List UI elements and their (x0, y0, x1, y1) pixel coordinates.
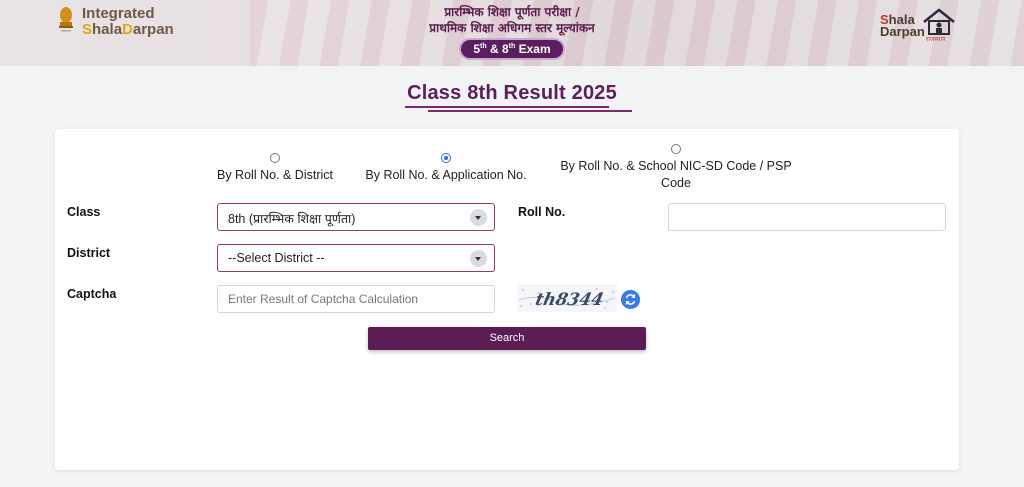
page-title-wrap: Class 8th Result 2025 (0, 82, 1024, 109)
captcha-text: th8344 (533, 290, 605, 310)
radio-button-checked[interactable] (441, 153, 451, 163)
radio-button[interactable] (671, 144, 681, 154)
district-label: District (67, 246, 111, 260)
refresh-icon[interactable] (621, 290, 640, 309)
logo-left-hala: hala (92, 21, 123, 38)
roll-no-input[interactable] (668, 203, 946, 231)
search-button[interactable]: Search (368, 327, 646, 350)
district-select-value: --Select District -- (228, 251, 325, 265)
logo-left-arpan: arpan (132, 21, 174, 38)
header-title-line2: प्राथमिक शिक्षा अधिगम स्तर मूल्यांकन (429, 21, 595, 35)
header-banner: Integrated ShalaDarpan प्रारम्भिक शिक्षा… (0, 0, 1024, 66)
captcha-image: th8344 (517, 284, 617, 312)
radio-button[interactable] (270, 153, 280, 163)
national-emblem-icon (59, 7, 73, 32)
logo-left-d: D (122, 21, 133, 38)
header-title-line1: प्रारम्भिक शिक्षा पूर्णता परीक्षा / (444, 5, 580, 19)
radio-label: By Roll No. & School NIC-SD Code / PSP C… (560, 159, 792, 190)
result-search-card: By Roll No. & District By Roll No. & App… (55, 129, 959, 470)
roll-no-label: Roll No. (518, 205, 566, 219)
radio-label: By Roll No. & District (217, 168, 333, 182)
captcha-input[interactable]: Enter Result of Captcha Calculation (217, 285, 495, 313)
logo-right-darpan: Darpan (880, 24, 925, 39)
shaladarpan-rajasthan-logo[interactable]: Shala Darpan राजस्थान (880, 8, 960, 43)
logo-left-line1: Integrated (82, 5, 155, 22)
chevron-down-icon[interactable] (470, 250, 487, 267)
radio-label: By Roll No. & Application No. (365, 168, 527, 182)
radio-roll-district[interactable]: By Roll No. & District (210, 153, 340, 184)
class-select-value: 8th (प्रारम्भिक शिक्षा पूर्णता) (228, 212, 356, 226)
house-icon (923, 8, 955, 35)
radio-roll-school-code[interactable]: By Roll No. & School NIC-SD Code / PSP C… (560, 144, 792, 192)
district-select[interactable]: --Select District -- (217, 244, 495, 272)
class-select[interactable]: 8th (प्रारम्भिक शिक्षा पूर्णता) (217, 203, 495, 231)
exam-badge: 5th & 8th Exam (459, 38, 565, 60)
page-title: Class 8th Result 2025 (407, 82, 617, 104)
class-label: Class (67, 205, 101, 219)
captcha-label: Captcha (67, 287, 117, 301)
chevron-down-icon[interactable] (470, 209, 487, 226)
title-underline-top (405, 106, 609, 108)
title-underline-bottom (428, 110, 632, 112)
radio-roll-application[interactable]: By Roll No. & Application No. (362, 153, 530, 184)
header-title: प्रारम्भिक शिक्षा पूर्णता परीक्षा / प्रा… (300, 4, 724, 60)
integrated-shaladarpan-logo[interactable]: Integrated ShalaDarpan (56, 6, 174, 38)
logo-right-sub: राजस्थान (926, 36, 946, 43)
logo-left-s: S (82, 21, 93, 38)
